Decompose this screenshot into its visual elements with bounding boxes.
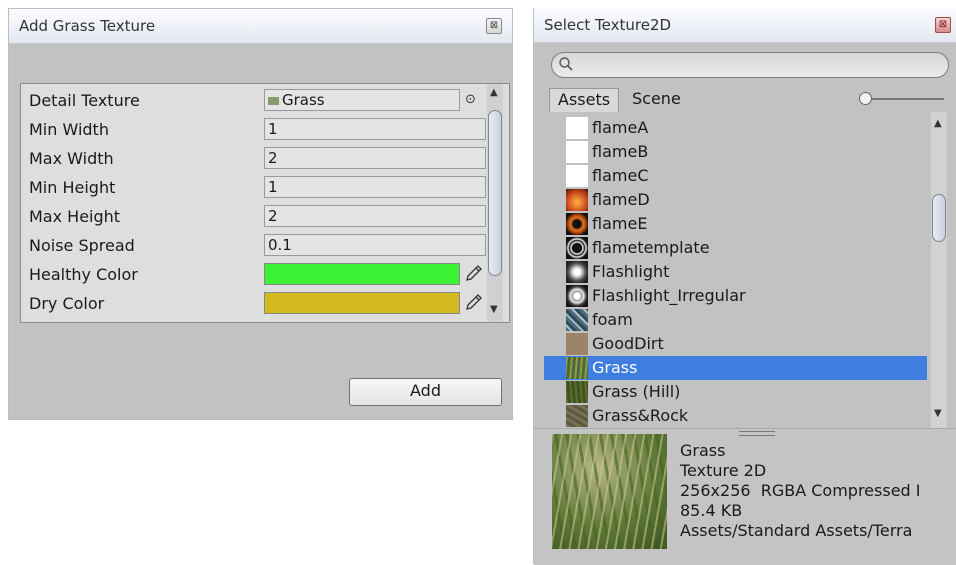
properties-scrollbar[interactable]: ▲ ▼ [487,84,503,322]
preview-size-slider-track[interactable] [864,98,944,100]
flashlight-icon [566,261,588,283]
detail-texture-field[interactable]: Grass [264,89,460,111]
grass-hill-icon [566,381,588,403]
blank-texture-icon [566,141,588,163]
object-picker-icon[interactable]: ⊙ [465,90,485,110]
property-label: Noise Spread [29,236,135,255]
property-label: Detail Texture [29,91,140,110]
add-button[interactable]: Add [349,378,502,406]
texture-name: Grass [680,441,726,460]
list-item-selected[interactable]: Grass [544,356,927,380]
dry-color-swatch[interactable] [264,292,460,314]
list-item[interactable]: GoodDirt [544,332,927,356]
preview-size-slider-knob[interactable] [859,92,872,105]
properties-panel: Detail Texture Grass ⊙ Min Width 1 Max W… [20,83,510,323]
property-label: Max Width [29,149,114,168]
max-width-input[interactable]: 2 [264,147,486,169]
flame-texture-icon [566,189,588,211]
property-label: Min Width [29,120,109,139]
list-item[interactable]: flametemplate [544,236,927,260]
healthy-color-swatch[interactable] [264,263,460,285]
window-titlebar[interactable]: Select Texture2D ⊠ [534,8,956,43]
grass-rock-icon [566,405,588,427]
list-item[interactable]: flameB [544,140,927,164]
property-label: Healthy Color [29,265,138,284]
texture-list: flameA flameB flameC flameD flameE flame… [544,112,927,430]
texture-list-scrollbar[interactable]: ▲ ▼ [931,112,947,430]
eyedropper-icon[interactable] [465,264,485,284]
window-title: Select Texture2D [544,16,672,34]
noise-spread-input[interactable]: 0.1 [264,234,486,256]
flashlight-irregular-icon [566,285,588,307]
list-item[interactable]: flameE [544,212,927,236]
property-label: Dry Color [29,294,105,313]
scroll-up-arrow-icon[interactable]: ▲ [490,87,498,98]
flame-ring-icon [566,213,588,235]
detail-texture-value: Grass [282,91,325,109]
list-item[interactable]: Grass&Rock [544,404,927,428]
window-titlebar[interactable]: Add Grass Texture ⊠ [9,9,512,44]
texture-format: 256x256 RGBA Compressed I [680,481,921,500]
list-item[interactable]: flameA [544,116,927,140]
texture-info: Grass Texture 2D 256x256 RGBA Compressed… [680,441,921,541]
scroll-up-arrow-icon[interactable]: ▲ [934,118,942,129]
blank-texture-icon [566,117,588,139]
close-icon[interactable]: ⊠ [486,18,502,34]
resize-grip[interactable] [739,431,775,432]
scroll-down-arrow-icon[interactable]: ▼ [490,304,498,315]
texture-size: 85.4 KB [680,501,743,520]
list-item[interactable]: Grass (Hill) [544,380,927,404]
scroll-down-arrow-icon[interactable]: ▼ [934,408,942,419]
foam-icon [566,309,588,331]
min-width-input[interactable]: 1 [264,118,486,140]
property-label: Min Height [29,178,116,197]
dirt-icon [566,333,588,355]
min-height-input[interactable]: 1 [264,176,486,198]
grass-preview-image [552,434,667,549]
close-icon[interactable]: ⊠ [935,17,951,33]
list-item[interactable]: Flashlight_Irregular [544,284,927,308]
max-height-input[interactable]: 2 [264,205,486,227]
scrollbar-thumb[interactable] [488,110,502,276]
tab-assets[interactable]: Assets [549,88,620,113]
search-icon [558,56,574,76]
eyedropper-icon[interactable] [465,293,485,313]
texture-path: Assets/Standard Assets/Terra [680,521,913,540]
grass-icon [566,357,588,379]
add-grass-texture-window: Add Grass Texture ⊠ Detail Texture Grass… [8,8,513,420]
property-label: Max Height [29,207,121,226]
texture-thumb-icon [268,96,279,105]
list-item[interactable]: Flashlight [544,260,927,284]
texture-type: Texture 2D [680,461,767,480]
list-item[interactable]: flameD [544,188,927,212]
flame-template-icon [566,237,588,259]
search-input[interactable] [551,52,949,78]
list-item[interactable]: flameC [544,164,927,188]
blank-texture-icon [566,165,588,187]
window-title: Add Grass Texture [19,17,156,35]
texture-preview-panel: Grass Texture 2D 256x256 RGBA Compressed… [534,428,956,565]
list-item[interactable]: foam [544,308,927,332]
select-texture2d-window: Select Texture2D ⊠ Assets Scene flameA f… [533,8,956,565]
scrollbar-thumb[interactable] [932,194,946,242]
resize-grip[interactable] [739,435,775,436]
tab-scene[interactable]: Scene [624,88,689,112]
